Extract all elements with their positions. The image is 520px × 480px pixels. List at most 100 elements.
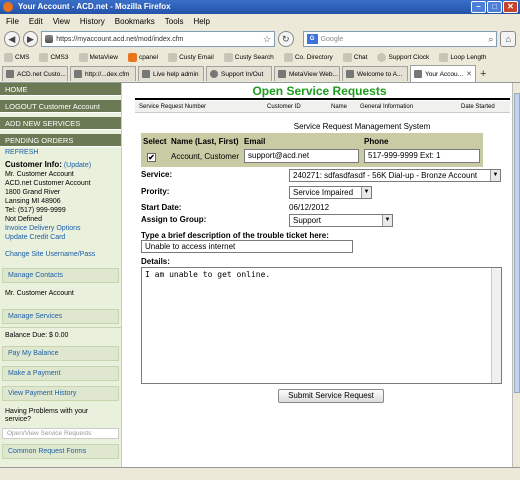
tab-welcome[interactable]: Welcome to A... xyxy=(342,66,408,81)
service-select[interactable]: 240271: sdfasdfasdf - 56K Dial-up - Bron… xyxy=(289,169,501,182)
update-credit-card-link[interactable]: Update Credit Card xyxy=(5,234,65,241)
bookmark-chat[interactable]: Chat xyxy=(342,53,367,62)
maximize-button[interactable]: □ xyxy=(487,1,502,13)
details-textarea[interactable]: I am unable to get online. xyxy=(141,267,502,384)
submit-service-request-button[interactable]: Submit Service Request xyxy=(278,389,384,403)
page-scrollbar[interactable] xyxy=(512,83,520,467)
page-icon xyxy=(142,70,150,78)
bookmark-star-icon[interactable]: ☆ xyxy=(263,34,271,45)
menu-view[interactable]: View xyxy=(53,17,70,26)
close-button[interactable]: ✕ xyxy=(503,1,518,13)
customer-line: Mr. Customer Account xyxy=(5,171,74,178)
menu-help[interactable]: Help xyxy=(193,17,209,26)
email-field[interactable]: support@acd.net xyxy=(244,149,359,163)
chevron-down-icon: ▼ xyxy=(382,215,392,226)
manage-services-link[interactable]: Manage Services xyxy=(2,309,119,324)
bookmark-support-clock[interactable]: Support Clock xyxy=(377,53,429,62)
pending-orders-button[interactable]: PENDING ORDERS xyxy=(0,134,121,147)
phone-field[interactable]: 517-999-9999 Ext: 1 xyxy=(364,149,480,163)
select-account-checkbox[interactable]: ✔ xyxy=(147,153,156,162)
clock-icon xyxy=(210,70,218,78)
brief-description-label: Type a brief description of the trouble … xyxy=(141,231,329,240)
bookmark-icon xyxy=(78,53,88,62)
column-date-started: Date Started xyxy=(461,104,495,110)
bookmark-cpanel[interactable]: cpanel xyxy=(127,53,158,62)
priority-label: Prority: xyxy=(141,187,170,196)
search-placeholder: Google xyxy=(320,35,344,43)
bookmark-custy-email[interactable]: Custy Email xyxy=(168,53,214,62)
balance-due: Balance Due: $ 0.00 xyxy=(0,327,121,343)
start-date-value: 06/12/2012 xyxy=(289,203,330,212)
assign-group-select[interactable]: Support ▼ xyxy=(289,214,393,227)
textarea-scrollbar[interactable] xyxy=(491,268,501,383)
google-search-engine-icon[interactable]: G xyxy=(306,34,318,44)
manage-contacts-link[interactable]: Manage Contacts xyxy=(2,268,119,283)
email-label: Email xyxy=(244,137,266,146)
customer-line: ACD.net Customer Account xyxy=(5,180,91,187)
customer-info-label: Customer Info: xyxy=(5,160,62,169)
forward-button[interactable]: ▶ xyxy=(22,31,39,47)
window-title: Your Account - ACD.net - Mozilla Firefox xyxy=(18,2,171,11)
bookmark-co-directory[interactable]: Co. Directory xyxy=(283,53,333,62)
tab-support-in-out[interactable]: Support In/Out xyxy=(206,66,272,81)
payment-history-link[interactable]: View Payment History xyxy=(2,386,119,401)
column-general-info: General Information xyxy=(360,104,414,110)
common-request-forms-link[interactable]: Common Request Forms xyxy=(2,444,119,459)
bookmark-cms3[interactable]: CMS3 xyxy=(39,53,69,62)
page-content: HOME LOGOUT Customer Account ADD NEW SER… xyxy=(0,83,512,467)
scrollbar-thumb[interactable] xyxy=(514,93,520,393)
bookmark-icon xyxy=(168,53,178,62)
menu-tools[interactable]: Tools xyxy=(165,17,184,26)
url-bar[interactable]: https://myaccount.acd.net/mod/index.cfm … xyxy=(41,31,275,47)
details-label: Details: xyxy=(141,257,170,266)
new-tab-button[interactable]: + xyxy=(480,68,486,80)
account-name: Account, Customer xyxy=(171,152,240,161)
menu-edit[interactable]: Edit xyxy=(29,17,43,26)
bookmark-icon xyxy=(283,53,293,62)
tab-your-account[interactable]: Your Accou... ✕ xyxy=(410,65,476,82)
tab-index-cfm[interactable]: http://...dex.cfm xyxy=(70,66,136,81)
make-payment-link[interactable]: Make a Payment xyxy=(2,366,119,381)
close-tab-icon[interactable]: ✕ xyxy=(466,70,472,78)
open-view-requests-link[interactable]: Open/View Service Requests xyxy=(2,428,119,439)
change-username-link[interactable]: Change Site Username/Pass xyxy=(0,249,121,260)
refresh-link[interactable]: REFRESH xyxy=(0,147,121,158)
priority-select[interactable]: Service Impaired ▼ xyxy=(289,186,372,199)
menu-history[interactable]: History xyxy=(80,17,105,26)
menu-bar: File Edit View History Bookmarks Tools H… xyxy=(0,14,520,28)
reload-button[interactable]: ↻ xyxy=(277,31,294,47)
page-icon xyxy=(6,70,14,78)
search-magnifier-icon[interactable]: ⌕ xyxy=(488,34,493,45)
site-identity-icon[interactable] xyxy=(45,35,54,43)
bookmark-custy-search[interactable]: Custy Search xyxy=(223,53,274,62)
back-button[interactable]: ◀ xyxy=(4,31,20,47)
url-text: https://myaccount.acd.net/mod/index.cfm xyxy=(56,35,184,43)
home-button[interactable]: ⌂ xyxy=(500,31,516,47)
bookmark-cms[interactable]: CMS xyxy=(4,53,29,62)
tab-metaview[interactable]: MetaView Web... xyxy=(274,66,340,81)
menu-file[interactable]: File xyxy=(6,17,19,26)
service-request-panel: Open Service Requests Service Request Nu… xyxy=(127,83,512,467)
brief-description-input[interactable]: Unable to access internet xyxy=(141,240,353,253)
minimize-button[interactable]: – xyxy=(471,1,486,13)
phone-label: Phone xyxy=(364,137,389,146)
bookmark-loop-length[interactable]: Loop Length xyxy=(439,53,486,62)
page-icon xyxy=(278,70,286,78)
bookmark-metaview[interactable]: MetaView xyxy=(78,53,118,62)
search-bar[interactable]: G Google ⌕ xyxy=(302,31,498,47)
account-sidebar: HOME LOGOUT Customer Account ADD NEW SER… xyxy=(0,83,122,467)
add-services-button[interactable]: ADD NEW SERVICES xyxy=(0,117,121,130)
column-request-number: Service Request Number xyxy=(139,104,207,110)
pay-balance-link[interactable]: Pay My Balance xyxy=(2,346,119,361)
home-link[interactable]: HOME xyxy=(0,83,121,96)
tab-acd-customer[interactable]: ACD.net Custo... xyxy=(2,66,68,81)
chevron-down-icon: ▼ xyxy=(490,170,500,181)
invoice-delivery-link[interactable]: Invoice Delivery Options xyxy=(5,225,80,232)
update-customer-link[interactable]: (Update) xyxy=(64,162,91,169)
menu-bookmarks[interactable]: Bookmarks xyxy=(115,17,155,26)
bookmark-icon xyxy=(342,53,352,62)
tab-live-help[interactable]: Live help admin xyxy=(138,66,204,81)
header-divider xyxy=(135,98,510,100)
logout-button[interactable]: LOGOUT Customer Account xyxy=(0,100,121,113)
section-title: Service Request Management System xyxy=(293,122,431,131)
